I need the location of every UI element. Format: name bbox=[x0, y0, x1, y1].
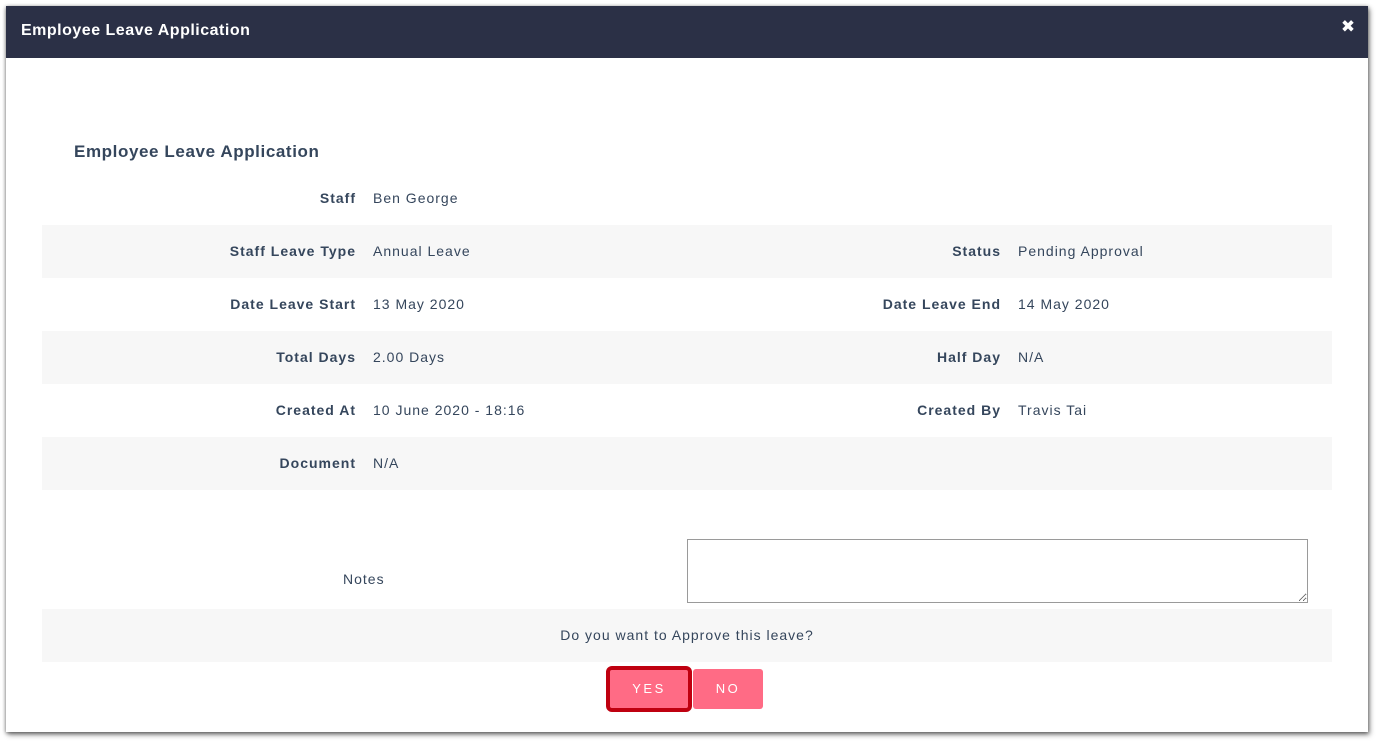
created-by-value: Travis Tai bbox=[1018, 402, 1088, 418]
dialog-header: Employee Leave Application ✖ bbox=[6, 6, 1368, 58]
dialog-title: Employee Leave Application bbox=[21, 22, 251, 39]
date-end-value: 14 May 2020 bbox=[1018, 296, 1110, 312]
total-days-label: Total Days bbox=[276, 349, 356, 365]
half-day-value: N/A bbox=[1018, 349, 1045, 365]
created-by-label: Created By bbox=[917, 402, 1001, 418]
no-button[interactable]: NO bbox=[693, 669, 763, 709]
detail-row-created: Created At 10 June 2020 - 18:16 Created … bbox=[42, 384, 1332, 437]
notes-label: Notes bbox=[343, 571, 385, 587]
leave-type-label: Staff Leave Type bbox=[229, 243, 356, 259]
notes-field[interactable] bbox=[687, 539, 1308, 603]
date-start-value: 13 May 2020 bbox=[373, 296, 465, 312]
detail-row-dates: Date Leave Start 13 May 2020 Date Leave … bbox=[42, 278, 1332, 331]
detail-row-days: Total Days 2.00 Days Half Day N/A bbox=[42, 331, 1332, 384]
section-title: Employee Leave Application bbox=[74, 142, 320, 161]
approval-question: Do you want to Approve this leave? bbox=[560, 627, 814, 643]
leave-type-value: Annual Leave bbox=[373, 243, 471, 259]
detail-row-document: Document N/A bbox=[42, 437, 1332, 490]
detail-row-leave-type: Staff Leave Type Annual Leave Status Pen… bbox=[42, 225, 1332, 278]
close-icon[interactable]: ✖ bbox=[1338, 17, 1358, 37]
document-label: Document bbox=[279, 455, 356, 471]
status-label: Status bbox=[952, 243, 1001, 259]
date-start-label: Date Leave Start bbox=[230, 296, 356, 312]
document-value: N/A bbox=[373, 455, 400, 471]
staff-label: Staff bbox=[319, 190, 356, 206]
created-at-label: Created At bbox=[275, 402, 356, 418]
status-value: Pending Approval bbox=[1018, 243, 1144, 259]
half-day-label: Half Day bbox=[936, 349, 1001, 365]
yes-button[interactable]: YES bbox=[606, 666, 692, 712]
leave-application-dialog: Employee Leave Application ✖ Employee Le… bbox=[6, 6, 1368, 732]
created-at-value: 10 June 2020 - 18:16 bbox=[373, 402, 526, 418]
total-days-value: 2.00 Days bbox=[373, 349, 446, 365]
approval-question-row: Do you want to Approve this leave? bbox=[42, 609, 1332, 662]
date-end-label: Date Leave End bbox=[882, 296, 1001, 312]
staff-value: Ben George bbox=[373, 190, 459, 206]
detail-row-staff: Staff Ben George bbox=[42, 172, 1332, 225]
